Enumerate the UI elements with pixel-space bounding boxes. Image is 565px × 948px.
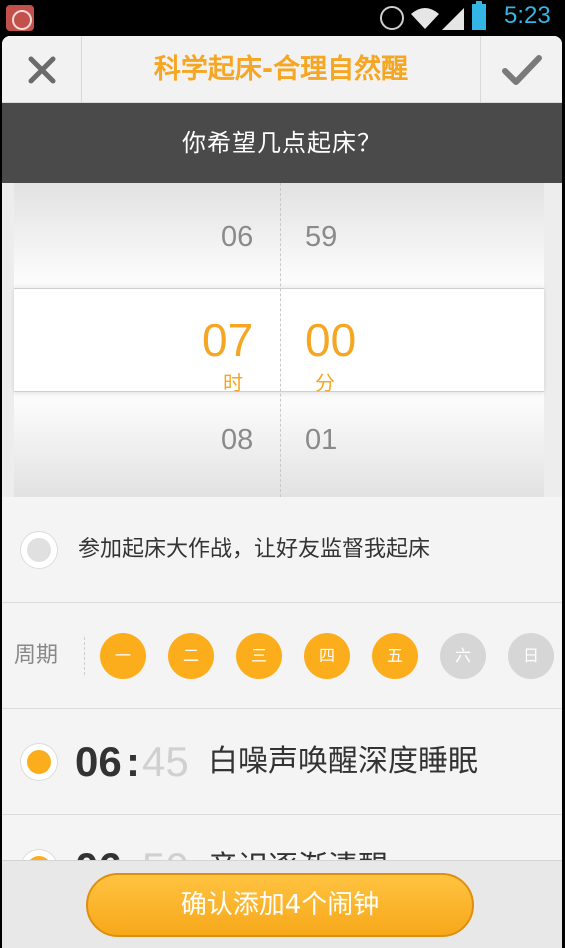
wifi-icon	[411, 8, 439, 29]
minute-selected[interactable]: 00	[305, 313, 356, 367]
app-icon	[6, 5, 34, 31]
alarm-checkbox-dot	[27, 750, 51, 774]
alarm-item[interactable]: 06 : 45 白噪声唤醒深度睡眠	[2, 709, 562, 815]
hour-prev[interactable]: 06	[221, 221, 253, 254]
day-toggle-wed[interactable]: 三	[236, 633, 282, 679]
day-toggle-mon[interactable]: 一	[100, 633, 146, 679]
time-picker[interactable]: 06 59 07 00 时 分 08 01	[2, 183, 562, 497]
cycle-row: 周期 一 二 三 四 五 六 日	[2, 603, 562, 709]
question-heading: 你希望几点起床？	[2, 103, 562, 183]
cycle-label: 周期	[14, 643, 59, 668]
bottom-bar: 确认添加4个闹钟	[2, 860, 562, 948]
signal-icon	[442, 8, 464, 30]
day-toggle-sat[interactable]: 六	[440, 633, 486, 679]
minute-unit: 分	[315, 371, 335, 395]
picker-divider	[280, 183, 281, 497]
alarm-minute: 45	[142, 738, 189, 785]
alarm-colon: :	[126, 738, 140, 785]
confirm-button[interactable]	[480, 36, 562, 103]
day-toggle-tue[interactable]: 二	[168, 633, 214, 679]
app-screen: 科学起床-合理自然醒 你希望几点起床？ 06 59 07 00 时 分 08 0…	[2, 36, 562, 948]
alarm-icon	[380, 6, 404, 30]
hour-selected[interactable]: 07	[202, 313, 253, 367]
minute-prev[interactable]: 59	[305, 221, 337, 254]
page-title: 科学起床-合理自然醒	[153, 54, 409, 85]
day-toggle-thu[interactable]: 四	[304, 633, 350, 679]
alarm-checkbox[interactable]	[20, 743, 58, 781]
picker-selection-band	[14, 288, 544, 392]
status-bar: 5:23	[0, 0, 565, 36]
hour-unit: 时	[223, 371, 243, 395]
close-button[interactable]	[2, 36, 82, 103]
battery-icon	[472, 1, 486, 30]
alarm-hour: 06	[75, 738, 122, 785]
status-time: 5:23	[504, 2, 551, 29]
day-toggle-sun[interactable]: 日	[508, 633, 554, 679]
alarm-label: 白噪声唤醒深度睡眠	[208, 744, 478, 779]
title-bar: 科学起床-合理自然醒	[2, 36, 562, 103]
invite-checkbox-dot	[27, 538, 51, 562]
invite-row[interactable]: 参加起床大作战，让好友监督我起床	[2, 497, 562, 603]
invite-checkbox[interactable]	[20, 531, 58, 569]
invite-label: 参加起床大作战，让好友监督我起床	[78, 537, 431, 562]
day-toggle-fri[interactable]: 五	[372, 633, 418, 679]
check-icon	[501, 54, 542, 85]
minute-next[interactable]: 01	[305, 424, 337, 457]
cycle-divider	[84, 637, 85, 675]
close-icon	[28, 56, 55, 83]
hour-next[interactable]: 08	[221, 424, 253, 457]
add-alarms-button[interactable]: 确认添加4个闹钟	[86, 873, 474, 937]
